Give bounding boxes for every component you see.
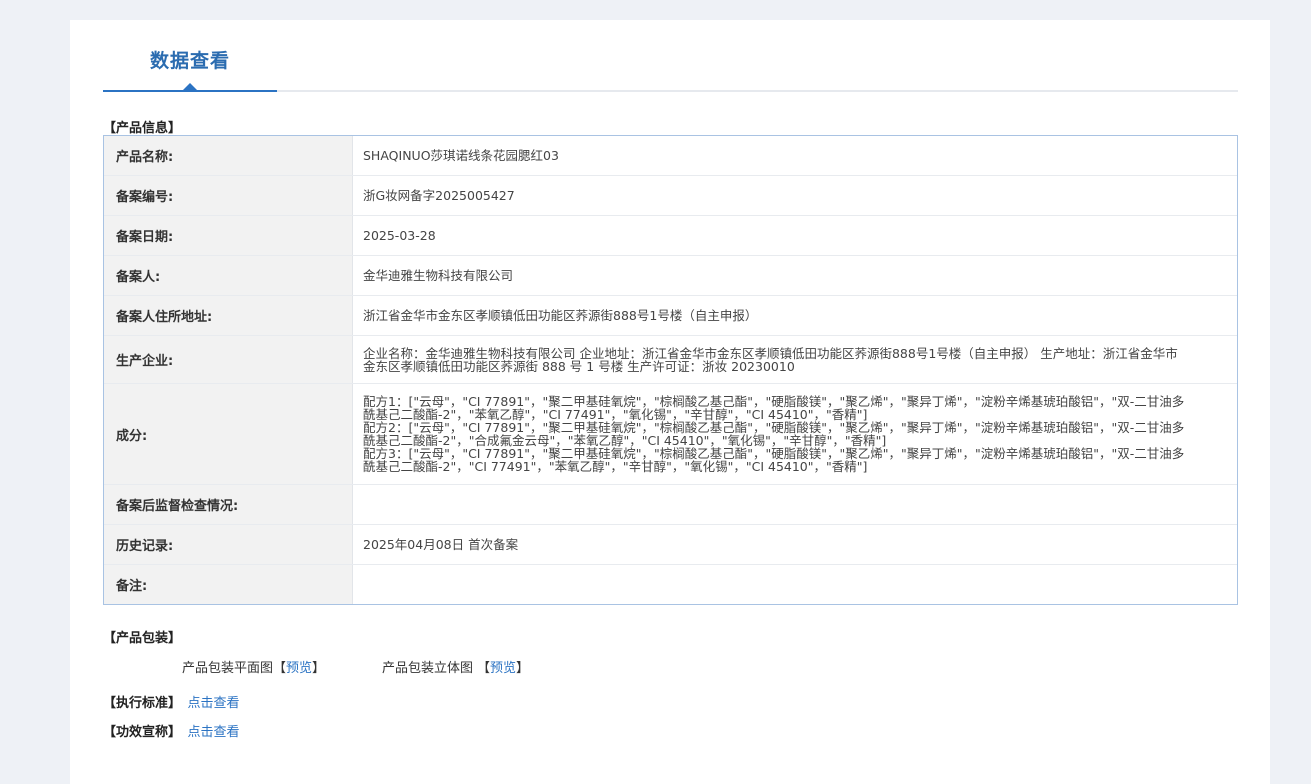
row-value: 2025-03-28 — [363, 228, 436, 243]
row-value — [353, 485, 1237, 524]
efficacy-view-link[interactable]: 点击查看 — [188, 725, 240, 740]
bracket-close: 】 — [516, 661, 530, 676]
row-label: 备案编号: — [104, 176, 353, 215]
packaging-3d-preview-link[interactable]: 预览 — [490, 661, 516, 676]
tab-title: 数据查看 — [149, 50, 230, 72]
row-value: SHAQINUO莎琪诺线条花园腮红03 — [363, 148, 559, 163]
packaging-flat-preview-link[interactable]: 预览 — [286, 661, 312, 676]
row-history: 历史记录: 2025年04月08日 首次备案 — [104, 525, 1237, 565]
tab-underline — [103, 90, 277, 92]
row-label: 备案后监督检查情况: — [104, 485, 353, 524]
tab-bar: 数据查看 — [103, 20, 1238, 92]
formula-1: 配方1：["云母"，"CI 77891"，"聚二甲基硅氧烷"，"棕榈酸乙基己酯"… — [363, 394, 1185, 422]
row-manufacturer: 生产企业: 企业名称：金华迪雅生物科技有限公司 企业地址：浙江省金华市金东区孝顺… — [104, 336, 1237, 384]
row-label: 备案人住所地址: — [104, 296, 353, 335]
content-panel: 数据查看 【产品信息】 产品名称: SHAQINUO莎琪诺线条花园腮红03 备案… — [70, 20, 1270, 784]
packaging-flat: 产品包装平面图【预览】 — [182, 657, 325, 676]
tab-caret-icon — [183, 83, 197, 90]
row-value: 2025年04月08日 首次备案 — [363, 537, 519, 552]
efficacy-heading: 【功效宣称】 点击查看 — [103, 721, 240, 740]
row-label: 生产企业: — [104, 336, 353, 383]
packaging-heading: 【产品包装】 — [103, 631, 182, 646]
formula-2: 配方2：["云母"，"CI 77891"，"聚二甲基硅氧烷"，"棕榈酸乙基己酯"… — [363, 420, 1185, 448]
row-value: 配方1：["云母"，"CI 77891"，"聚二甲基硅氧烷"，"棕榈酸乙基己酯"… — [353, 384, 1237, 484]
row-label: 备注: — [104, 565, 353, 604]
standard-view-link[interactable]: 点击查看 — [188, 696, 240, 711]
row-filing-number: 备案编号: 浙G妆网备字2025005427 — [104, 176, 1237, 216]
efficacy-title: 【功效宣称】 — [103, 725, 182, 740]
row-inspection: 备案后监督检查情况: — [104, 485, 1237, 525]
row-remarks: 备注: — [104, 565, 1237, 604]
row-value: 企业名称：金华迪雅生物科技有限公司 企业地址：浙江省金华市金东区孝顺镇低田功能区… — [363, 345, 1178, 374]
formula-3: 配方3：["云母"，"CI 77891"，"聚二甲基硅氧烷"，"棕榈酸乙基己酯"… — [363, 446, 1185, 474]
row-filer-address: 备案人住所地址: 浙江省金华市金东区孝顺镇低田功能区荞源街888号1号楼（自主申… — [104, 296, 1237, 336]
standard-heading: 【执行标准】 点击查看 — [103, 692, 240, 711]
row-product-name: 产品名称: SHAQINUO莎琪诺线条花园腮红03 — [104, 136, 1237, 176]
row-label: 备案日期: — [104, 216, 353, 255]
bracket-close: 】 — [312, 661, 326, 676]
packaging-3d-label: 产品包装立体图 — [382, 661, 474, 676]
bracket-open: 【 — [273, 661, 287, 676]
row-label: 备案人: — [104, 256, 353, 295]
product-info-heading: 【产品信息】 — [103, 121, 182, 136]
row-label: 成分: — [104, 384, 353, 484]
row-value — [353, 565, 1237, 604]
product-info-table: 产品名称: SHAQINUO莎琪诺线条花园腮红03 备案编号: 浙G妆网备字20… — [103, 135, 1238, 605]
row-label: 产品名称: — [104, 136, 353, 175]
tab-data-view[interactable]: 数据查看 — [103, 20, 277, 92]
row-value: 浙江省金华市金东区孝顺镇低田功能区荞源街888号1号楼（自主申报） — [363, 308, 758, 323]
packaging-3d: 产品包装立体图 【预览】 — [382, 657, 529, 676]
row-ingredients: 成分: 配方1：["云母"，"CI 77891"，"聚二甲基硅氧烷"，"棕榈酸乙… — [104, 384, 1237, 485]
row-value: 金华迪雅生物科技有限公司 — [363, 268, 514, 283]
standard-title: 【执行标准】 — [103, 696, 182, 711]
row-filing-date: 备案日期: 2025-03-28 — [104, 216, 1237, 256]
bracket-open: 【 — [477, 661, 491, 676]
row-filer: 备案人: 金华迪雅生物科技有限公司 — [104, 256, 1237, 296]
packaging-flat-label: 产品包装平面图 — [182, 661, 274, 676]
row-value: 浙G妆网备字2025005427 — [363, 188, 515, 203]
row-label: 历史记录: — [104, 525, 353, 564]
